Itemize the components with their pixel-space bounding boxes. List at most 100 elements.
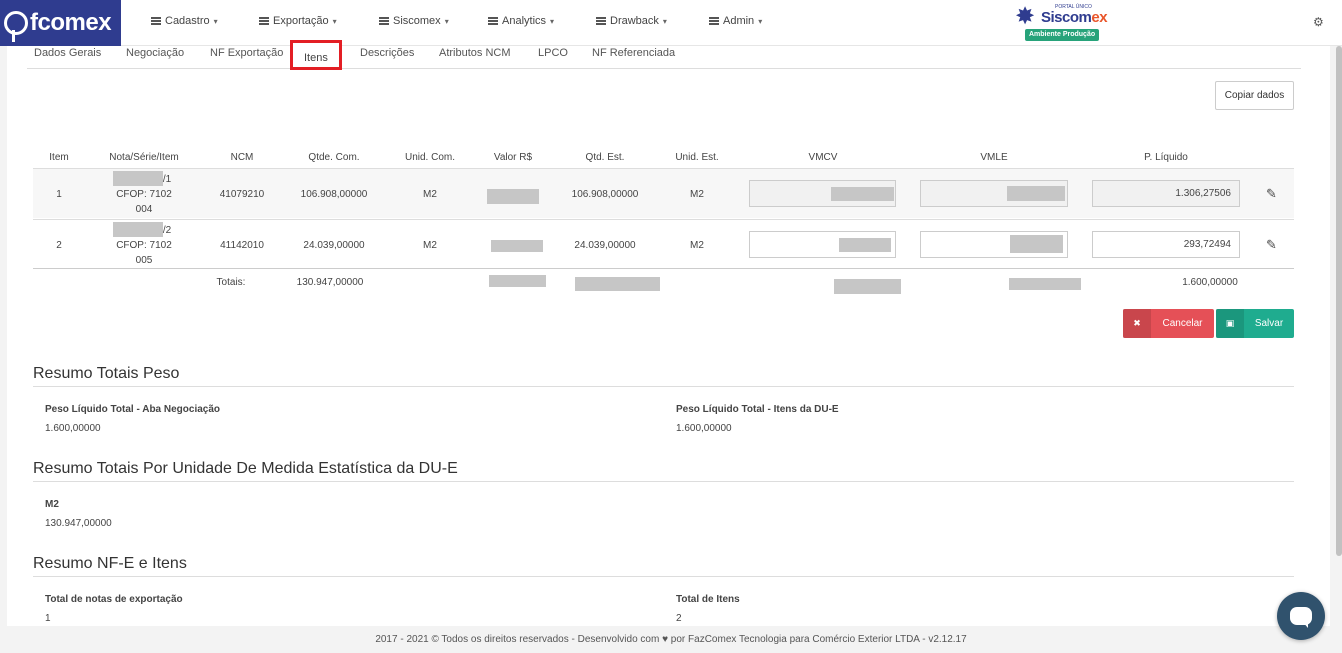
cell-cfop: CFOP: 7102 [116, 189, 172, 200]
itens-value: 2 [676, 613, 682, 624]
chevron-down-icon: ▾ [444, 16, 449, 26]
floppy-disk-icon: ▣ [1216, 309, 1244, 338]
cell-unid-com: M2 [423, 240, 437, 251]
redacted-nota [113, 222, 163, 237]
cancel-label: Cancelar [1162, 318, 1203, 329]
header-item: Item [49, 152, 69, 163]
header-valor: Valor R$ [493, 152, 533, 163]
menu-list-icon [151, 17, 161, 25]
redacted-total-qtd-est [575, 277, 660, 291]
header-vmcv: VMCV [808, 152, 838, 163]
menu-drawback[interactable]: Drawback ▾ [596, 15, 667, 27]
siscomex-name-a: Siscom [1041, 9, 1092, 26]
redacted-valor [487, 189, 539, 204]
redacted-total-valor [489, 275, 546, 287]
cell-item: 1 [56, 189, 62, 200]
siscomex-name: Siscomex [1041, 9, 1108, 26]
header-nota: Nota/Série/Item [109, 152, 179, 163]
top-navbar: fcomex Cadastro ▾ Exportação ▾ Siscomex … [0, 0, 1342, 46]
menu-cadastro[interactable]: Cadastro ▾ [151, 15, 218, 27]
environment-badge: Ambiente Produção [1025, 29, 1100, 41]
tab-bar: Dados Gerais Negociação NF Exportação It… [27, 40, 1301, 70]
notas-value: 1 [45, 613, 51, 624]
chevron-down-icon: ▾ [332, 16, 337, 26]
vmcv-input[interactable] [749, 231, 896, 258]
vmle-input[interactable] [920, 231, 1068, 258]
tab-nf-exportacao[interactable]: NF Exportação [210, 47, 283, 59]
header-unid-est: Unid. Est. [675, 152, 719, 163]
peso-itens-value: 1.600,00000 [676, 423, 732, 434]
notas-label: Total de notas de exportação [45, 594, 183, 605]
menu-label: Drawback [610, 15, 659, 27]
fcomex-logo[interactable]: fcomex [0, 0, 121, 46]
p-liquido-value: 293,72494 [1183, 239, 1231, 250]
peso-negociacao-value: 1.600,00000 [45, 423, 101, 434]
section-title-peso: Resumo Totais Peso [33, 365, 1294, 387]
logo-text: fcomex [30, 9, 112, 36]
cell-cfop-seq: 004 [135, 204, 153, 215]
cell-qtde-com: 106.908,00000 [300, 189, 368, 200]
cell-unid-est: M2 [690, 189, 704, 200]
tab-lpco[interactable]: LPCO [538, 47, 568, 59]
menu-list-icon [259, 17, 269, 25]
vertical-scrollbar[interactable] [1336, 46, 1342, 556]
gear-icon[interactable]: ⚙ [1313, 15, 1324, 29]
redacted-vmle [1007, 186, 1065, 201]
siscomex-star-icon: ✸ [1015, 3, 1036, 30]
tab-atributos-ncm[interactable]: Atributos NCM [439, 47, 511, 59]
save-label: Salvar [1254, 318, 1284, 329]
chevron-down-icon: ▾ [662, 16, 667, 26]
menu-admin[interactable]: Admin ▾ [709, 15, 762, 27]
header-vmle: VMLE [980, 152, 1008, 163]
menu-label: Admin [723, 15, 755, 27]
tab-nf-referenciada[interactable]: NF Referenciada [592, 47, 675, 59]
vmcv-input[interactable] [749, 180, 896, 207]
cell-nota-suffix: /2 [162, 225, 172, 236]
cancel-button[interactable]: ✖ Cancelar [1123, 309, 1214, 338]
itens-label: Total de Itens [676, 594, 740, 605]
totals-label: Totais: [216, 277, 246, 288]
chat-button[interactable] [1277, 592, 1325, 640]
section-title-nfe: Resumo NF-E e Itens [33, 555, 1294, 577]
peso-negociacao-label: Peso Líquido Total - Aba Negociação [45, 404, 221, 415]
cell-qtde-com: 24.039,00000 [303, 240, 365, 251]
p-liquido-input[interactable]: 1.306,27506 [1092, 180, 1240, 207]
tab-itens[interactable]: Itens [290, 40, 342, 70]
cell-cfop-seq: 005 [135, 255, 153, 266]
header-p-liquido: P. Líquido [1144, 152, 1188, 163]
vmle-input[interactable] [920, 180, 1068, 207]
p-liquido-input[interactable]: 293,72494 [1092, 231, 1240, 258]
footer-text: 2017 - 2021 © Todos os direitos reservad… [375, 634, 967, 645]
edit-pencil-icon[interactable]: ✎ [1266, 237, 1277, 253]
tab-dados-gerais[interactable]: Dados Gerais [34, 47, 101, 59]
p-liquido-value: 1.306,27506 [1175, 188, 1231, 199]
header-ncm: NCM [230, 152, 254, 163]
save-button[interactable]: ▣ Salvar [1216, 309, 1294, 338]
unidade-value: 130.947,00000 [45, 518, 112, 529]
cell-unid-com: M2 [423, 189, 437, 200]
tab-descricoes[interactable]: Descrições [360, 47, 414, 59]
tab-negociacao[interactable]: Negociação [126, 47, 184, 59]
cell-qtd-est: 106.908,00000 [571, 189, 639, 200]
peso-itens-label: Peso Líquido Total - Itens da DU-E [676, 404, 839, 415]
logo-mark-icon [4, 11, 28, 42]
cell-item: 2 [56, 240, 62, 251]
redacted-vmcv [839, 238, 891, 252]
cell-nota-suffix: /1 [162, 174, 172, 185]
cell-qtd-est: 24.039,00000 [574, 240, 636, 251]
menu-label: Cadastro [165, 15, 210, 27]
header-qtde-com: Qtde. Com. [308, 152, 360, 163]
menu-analytics[interactable]: Analytics ▾ [488, 15, 554, 27]
menu-list-icon [709, 17, 719, 25]
edit-pencil-icon[interactable]: ✎ [1266, 186, 1277, 202]
menu-exportacao[interactable]: Exportação ▾ [259, 15, 337, 27]
header-unid-com: Unid. Com. [404, 152, 456, 163]
menu-siscomex[interactable]: Siscomex ▾ [379, 15, 449, 27]
redacted-total-vmle [1009, 278, 1081, 290]
cell-unid-est: M2 [690, 240, 704, 251]
header-qtd-est: Qtd. Est. [585, 152, 625, 163]
siscomex-name-b: ex [1091, 9, 1108, 26]
chevron-down-icon: ▾ [758, 16, 763, 26]
copy-data-button[interactable]: Copiar dados [1215, 81, 1294, 110]
section-title-unidade: Resumo Totais Por Unidade De Medida Esta… [33, 460, 1294, 482]
